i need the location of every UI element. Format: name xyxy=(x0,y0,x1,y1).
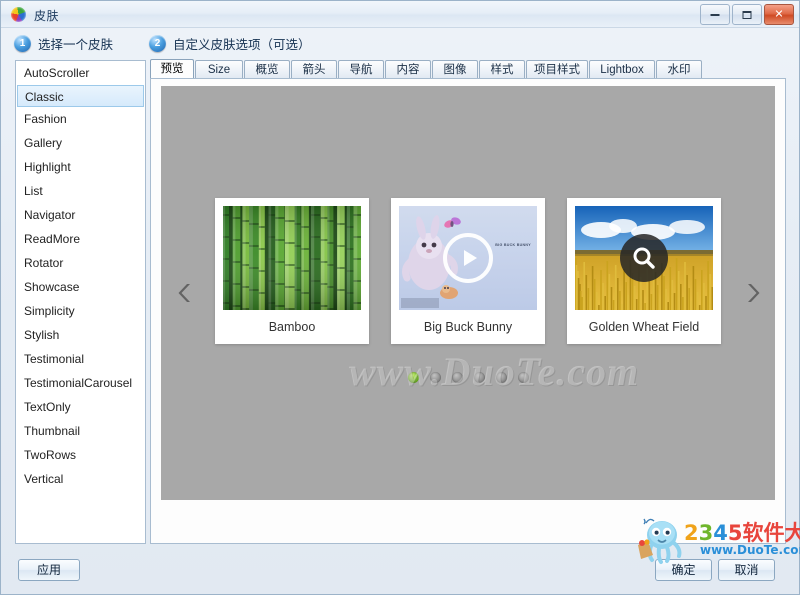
step-2-header: 2 自定义皮肤选项（可选） xyxy=(149,34,311,53)
pagination-dot[interactable] xyxy=(429,372,441,383)
skin-list-item[interactable]: Highlight xyxy=(16,155,145,179)
card-thumbnail[interactable] xyxy=(575,206,713,310)
tab-9[interactable]: 项目样式 xyxy=(526,60,588,79)
skin-list-item[interactable]: List xyxy=(16,179,145,203)
skin-list-item[interactable]: Simplicity xyxy=(16,299,145,323)
close-icon: ✕ xyxy=(774,8,784,20)
maximize-button[interactable] xyxy=(732,4,762,25)
ok-button[interactable]: 确定 xyxy=(655,559,712,581)
skin-list-item[interactable]: Classic xyxy=(17,85,144,107)
pagination-dot[interactable] xyxy=(517,372,529,383)
preview-card[interactable]: BIG BUCK BUNNY Big Buck Bunny xyxy=(391,198,545,344)
tab-7[interactable]: 图像 xyxy=(432,60,478,79)
skin-list-item[interactable]: TwoRows xyxy=(16,443,145,467)
pagination-dot[interactable] xyxy=(495,372,507,383)
skin-preview-canvas: Bamboo BIG BUCK BUNNYBig Buck Bunny Gol xyxy=(161,86,775,500)
tab-8[interactable]: 样式 xyxy=(479,60,525,79)
cancel-button[interactable]: 取消 xyxy=(718,559,775,581)
tab-strip[interactable]: 预览 Size 概览 箭头 导航 内容 图像 样式 项目样式 Lightbox 水印 xyxy=(150,59,786,79)
title-bar: 皮肤 ✕ xyxy=(1,1,799,28)
step-2-label: 自定义皮肤选项（可选） xyxy=(173,38,311,52)
tab-11[interactable]: 水印 xyxy=(656,60,702,79)
card-title: Big Buck Bunny xyxy=(423,320,513,334)
window-controls: ✕ xyxy=(700,4,794,25)
pagination-dot[interactable] xyxy=(407,372,419,383)
step-2-number: 2 xyxy=(149,35,166,52)
close-button[interactable]: ✕ xyxy=(764,4,794,25)
card-title: Golden Wheat Field xyxy=(588,320,700,334)
tab-4[interactable]: 箭头 xyxy=(291,60,337,79)
tab-10[interactable]: Lightbox xyxy=(589,60,655,79)
skin-list[interactable]: AutoScroller Classic Fashion Gallery Highlig… xyxy=(15,60,146,544)
app-logo-icon xyxy=(11,7,26,22)
skin-list-item[interactable]: Stylish xyxy=(16,323,145,347)
magnifier-icon[interactable] xyxy=(620,234,668,282)
skin-list-item[interactable]: Navigator xyxy=(16,203,145,227)
pagination-dot[interactable] xyxy=(451,372,463,383)
minimize-button[interactable] xyxy=(700,4,730,25)
skin-list-item[interactable]: Testimonial xyxy=(16,347,145,371)
step-1-header: 1 选择一个皮肤 xyxy=(14,34,113,53)
skin-list-item[interactable]: Thumbnail xyxy=(16,419,145,443)
preview-card[interactable]: Bamboo xyxy=(215,198,369,344)
pagination-dot[interactable] xyxy=(473,372,485,383)
thumbnail-caption: BIG BUCK BUNNY xyxy=(495,243,531,248)
tab-2[interactable]: Size xyxy=(195,60,243,79)
preview-card[interactable]: Golden Wheat Field xyxy=(567,198,721,344)
skin-dialog-window: 皮肤 ✕ 1 选择一个皮肤 2 自定义皮肤选项（可选） AutoScroller… xyxy=(0,0,800,595)
skin-list-item[interactable]: Rotator xyxy=(16,251,145,275)
tab-3[interactable]: 概览 xyxy=(244,60,290,79)
play-icon[interactable] xyxy=(443,233,493,283)
skin-list-item[interactable]: AutoScroller xyxy=(16,61,145,85)
skin-list-item[interactable]: TestimonialCarousel xyxy=(16,371,145,395)
card-thumbnail[interactable]: BIG BUCK BUNNY xyxy=(399,206,537,310)
tab-1[interactable]: 预览 xyxy=(150,59,194,79)
window-title: 皮肤 xyxy=(34,9,60,23)
apply-button[interactable]: 应用 xyxy=(18,559,80,581)
skin-list-item[interactable]: Vertical xyxy=(16,467,145,491)
skin-list-item[interactable]: Gallery xyxy=(16,131,145,155)
tab-6[interactable]: 内容 xyxy=(385,60,431,79)
minimize-icon xyxy=(710,13,720,16)
step-1-label: 选择一个皮肤 xyxy=(38,38,114,52)
maximize-icon xyxy=(742,10,752,19)
step-1-number: 1 xyxy=(14,35,31,52)
carousel-pagination[interactable] xyxy=(161,372,775,383)
skin-list-item[interactable]: ReadMore xyxy=(16,227,145,251)
tab-5[interactable]: 导航 xyxy=(338,60,384,79)
skin-list-item[interactable]: TextOnly xyxy=(16,395,145,419)
card-thumbnail[interactable] xyxy=(223,206,361,310)
card-title: Bamboo xyxy=(268,320,316,334)
skin-list-item[interactable]: Showcase xyxy=(16,275,145,299)
preview-card-list: Bamboo BIG BUCK BUNNYBig Buck Bunny Gol xyxy=(161,198,775,344)
skin-list-item[interactable]: Fashion xyxy=(16,107,145,131)
